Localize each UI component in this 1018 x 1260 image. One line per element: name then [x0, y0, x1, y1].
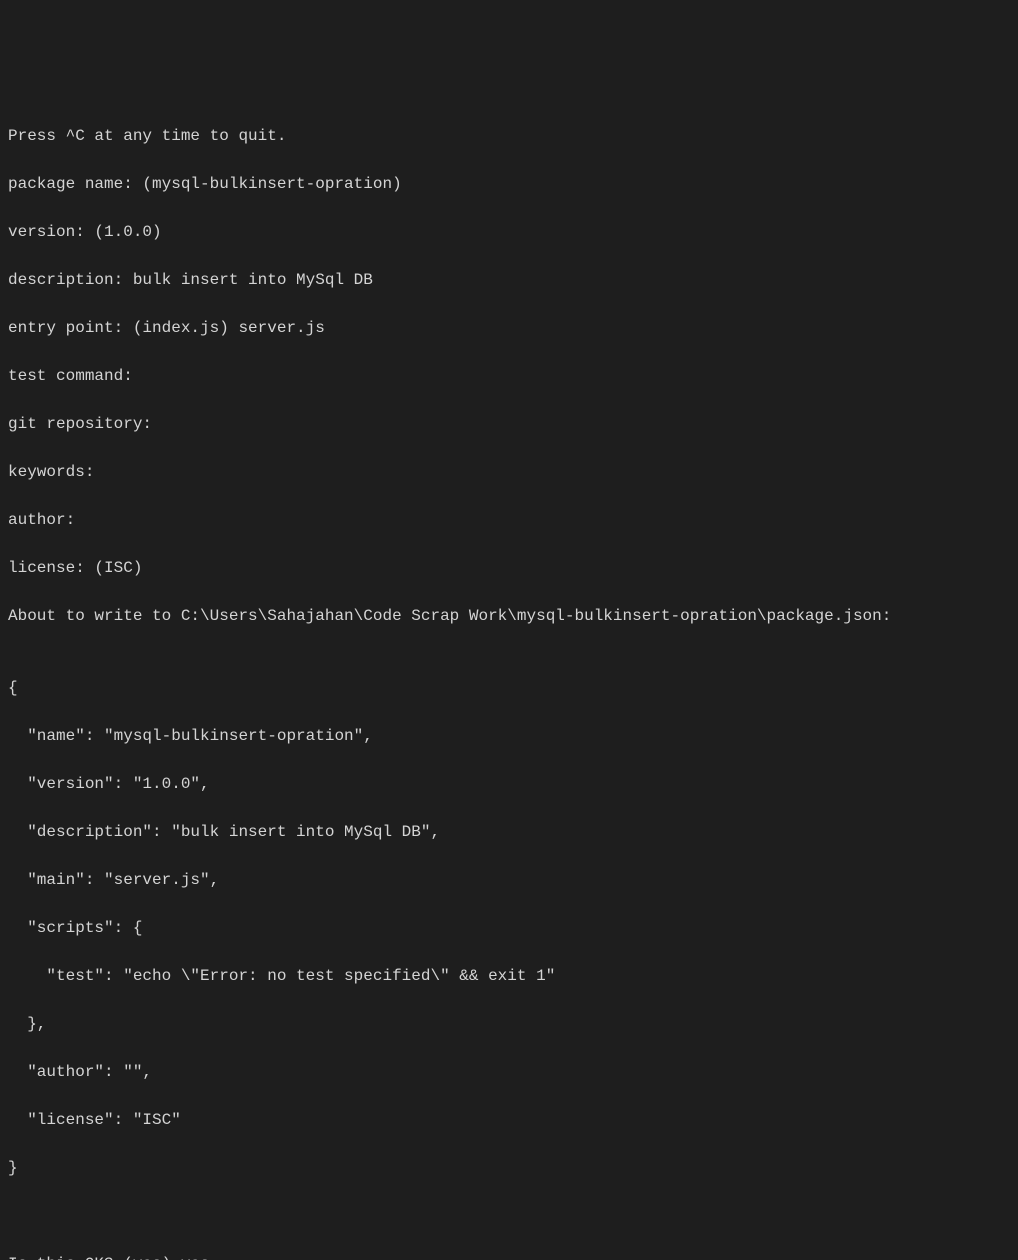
output-line: "main": "server.js",	[8, 868, 1010, 892]
output-line: "description": "bulk insert into MySql D…	[8, 820, 1010, 844]
output-line: "scripts": {	[8, 916, 1010, 940]
output-line: }	[8, 1156, 1010, 1180]
output-line: },	[8, 1012, 1010, 1036]
output-line: keywords:	[8, 460, 1010, 484]
output-line: "name": "mysql-bulkinsert-opration",	[8, 724, 1010, 748]
output-line: license: (ISC)	[8, 556, 1010, 580]
output-line: Press ^C at any time to quit.	[8, 124, 1010, 148]
output-line: git repository:	[8, 412, 1010, 436]
output-line: {	[8, 676, 1010, 700]
output-line: "version": "1.0.0",	[8, 772, 1010, 796]
output-line: "test": "echo \"Error: no test specified…	[8, 964, 1010, 988]
output-line: test command:	[8, 364, 1010, 388]
prompt-line: Is this OK? (yes) yes	[8, 1252, 1010, 1260]
output-line: entry point: (index.js) server.js	[8, 316, 1010, 340]
output-line: "author": "",	[8, 1060, 1010, 1084]
output-line: author:	[8, 508, 1010, 532]
output-line: package name: (mysql-bulkinsert-opration…	[8, 172, 1010, 196]
output-line: About to write to C:\Users\Sahajahan\Cod…	[8, 604, 1010, 628]
terminal-output[interactable]: Press ^C at any time to quit. package na…	[8, 100, 1010, 722]
output-line: version: (1.0.0)	[8, 220, 1010, 244]
output-line: description: bulk insert into MySql DB	[8, 268, 1010, 292]
output-line: "license": "ISC"	[8, 1108, 1010, 1132]
